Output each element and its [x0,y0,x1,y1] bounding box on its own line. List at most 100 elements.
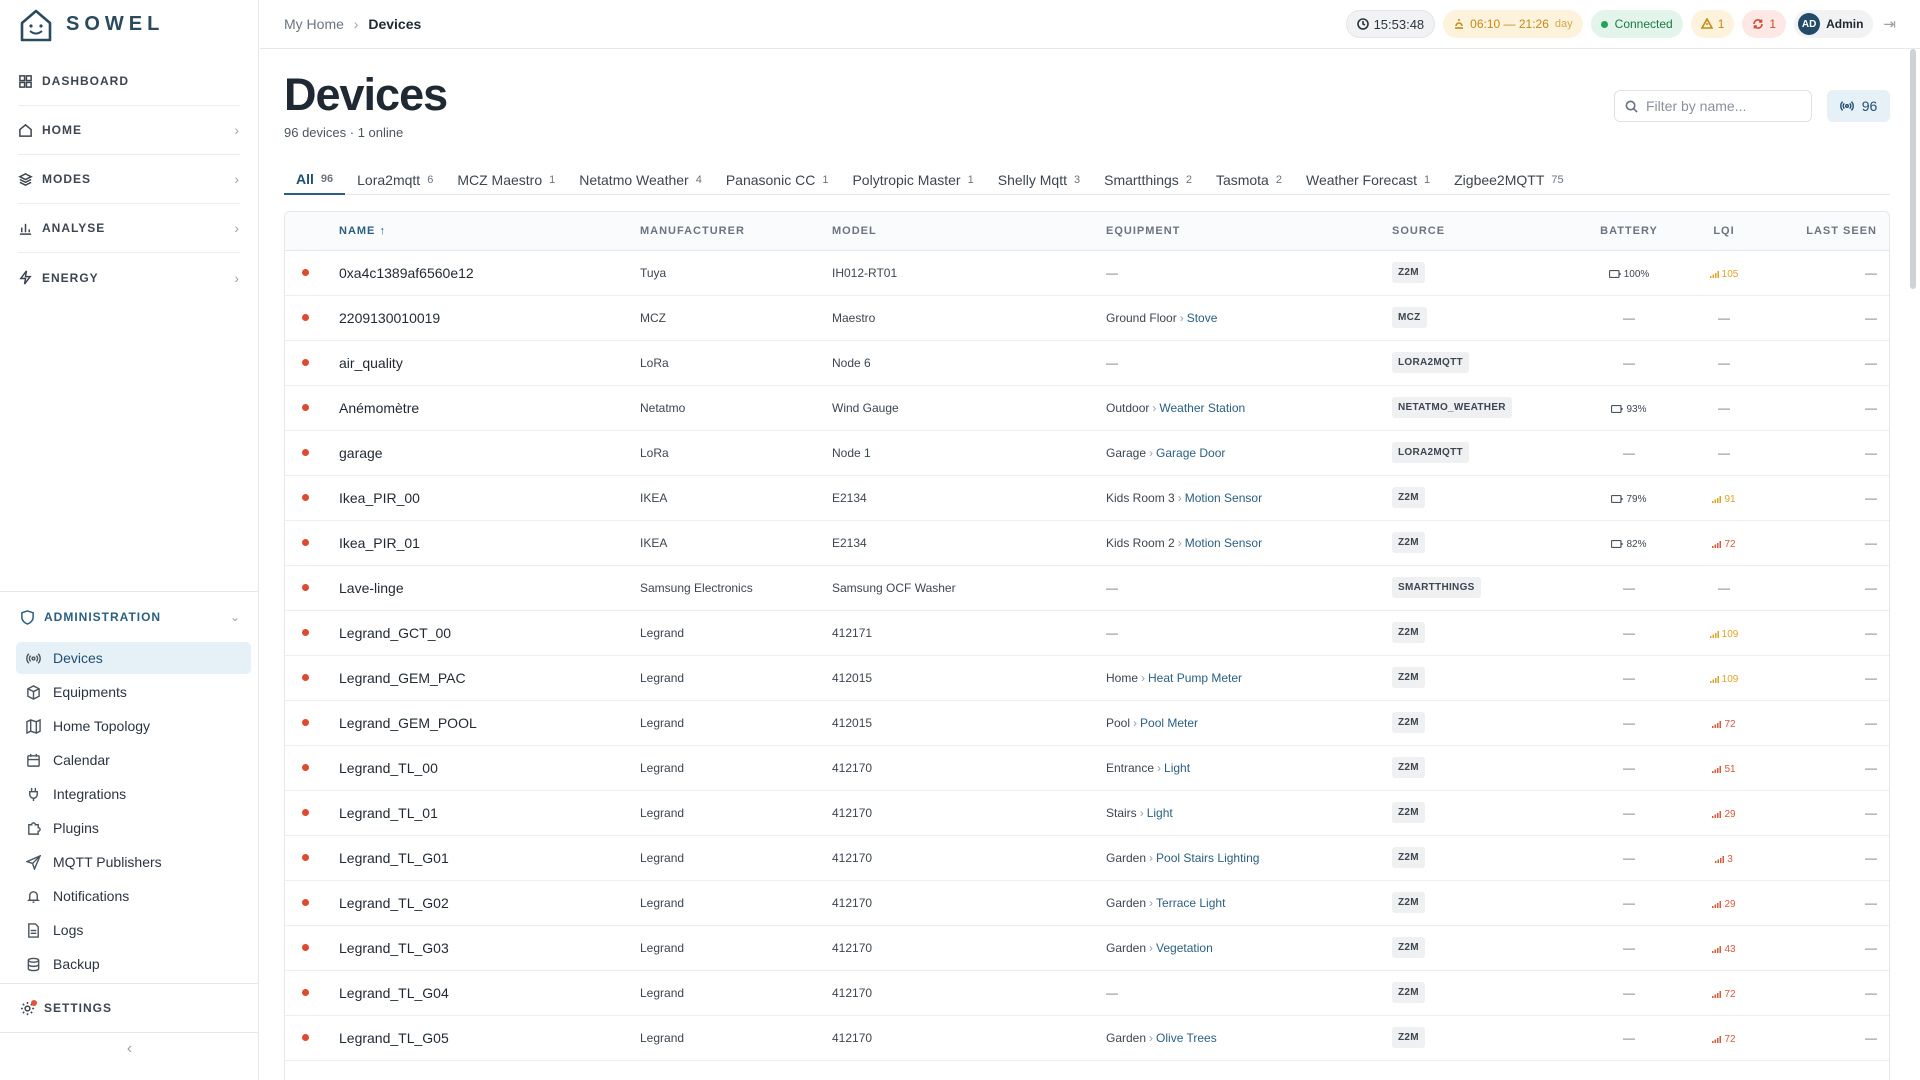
sidebar-item-equipments[interactable]: Equipments [16,676,251,708]
table-row[interactable]: 2209130010019 MCZ Maestro Ground Floor › Stov… [285,295,1889,341]
device-count-button[interactable]: 96 [1827,90,1890,122]
sidebar-item-calendar[interactable]: Calendar [16,744,251,776]
device-name[interactable]: Legrand_TL_01 [339,805,438,821]
equipment-link[interactable]: Motion Sensor [1185,536,1262,550]
table-row[interactable]: Legrand_TL_G02 Legrand 412170 Garden › Terrac… [285,880,1889,926]
nav-energy[interactable]: ENERGY › [18,253,240,302]
device-name[interactable]: air_quality [339,355,403,371]
tab-all[interactable]: All 96 [284,164,346,195]
table-row[interactable]: Ikea_PIR_01 IKEA E2134 Kids Room 2 › Motion S… [285,520,1889,566]
sidebar-item-mqtt-publishers[interactable]: MQTT Publishers [16,846,251,878]
filter-input[interactable]: Filter by name... [1614,90,1812,122]
table-row[interactable]: Legrand_TL_G01 Legrand 412170 Garden › Pool S… [285,835,1889,881]
user-menu[interactable]: AD Admin [1794,10,1874,38]
device-name[interactable]: Legrand_TL_G03 [339,940,449,956]
admin-toggle[interactable]: ADMINISTRATION ⌄ [16,592,251,642]
battery-column-header[interactable]: BATTERY [1574,212,1684,251]
equipment-link[interactable]: Terrace Light [1156,896,1225,910]
device-name[interactable]: Legrand_TL_G02 [339,895,449,911]
manufacturer-column-header[interactable]: MANUFACTURER [640,212,832,251]
clock-value: 15:53:48 [1373,16,1425,32]
equipment-link[interactable]: Vegetation [1156,941,1213,955]
sidebar-item-devices[interactable]: Devices [16,642,251,674]
device-name[interactable]: Legrand_GEM_POOL [339,715,477,731]
equipment-link[interactable]: Stove [1187,311,1218,325]
collapse-sidebar-button[interactable]: ‹ [0,1040,259,1058]
nav-settings[interactable]: SETTINGS [0,983,259,1033]
equipment-link[interactable]: Weather Station [1159,401,1245,415]
device-name[interactable]: Anémomètre [339,400,419,416]
sidebar-item-plugins[interactable]: Plugins [16,812,251,844]
table-row[interactable]: air_quality LoRa Node 6 — LORA2MQTT — — — [285,340,1889,386]
device-name[interactable]: Legrand_TL_G01 [339,850,449,866]
device-name[interactable]: Ikea_PIR_00 [339,490,420,506]
device-name[interactable]: Legrand_TL_G04 [339,985,449,1001]
equipment-link[interactable]: Garage Door [1156,446,1225,460]
equipment-link[interactable]: Olive Trees [1156,1031,1217,1045]
lqi-column-header[interactable]: LQI [1684,212,1764,251]
sidebar-item-logs[interactable]: Logs [16,914,251,946]
table-row[interactable]: Ikea_PIR_00 IKEA E2134 Kids Room 3 › Motion S… [285,475,1889,521]
nav-home[interactable]: HOME › [18,106,240,155]
tab-lora2mqtt[interactable]: Lora2mqtt 6 [345,164,445,195]
equipment-link[interactable]: Light [1147,806,1173,820]
name-column-header[interactable]: NAME ↑ [339,212,640,251]
tab-tasmota[interactable]: Tasmota 2 [1204,164,1294,195]
tab-panasonic-cc[interactable]: Panasonic CC 1 [714,164,841,195]
nav-dashboard[interactable]: DASHBOARD [18,57,240,106]
table-row[interactable]: Lave-linge Samsung Electronics Samsung OCF… [285,565,1889,611]
warnings-badge[interactable]: 1 [1690,10,1735,38]
equipment-link[interactable]: Motion Sensor [1185,491,1262,505]
model-cell: 412170 [832,925,1106,971]
table-row[interactable]: Legrand_GEM_POOL Legrand 412015 Pool › Pool M… [285,700,1889,746]
model-cell: 412170 [832,1015,1106,1061]
logout-icon[interactable]: ⇥ [1883,15,1896,33]
tab-mcz-maestro[interactable]: MCZ Maestro 1 [445,164,567,195]
model-column-header[interactable]: MODEL [832,212,1106,251]
device-name[interactable]: garage [339,445,383,461]
sidebar-item-backup[interactable]: Backup [16,948,251,980]
device-name[interactable]: Legrand_TL_00 [339,760,438,776]
logo[interactable]: SOWEL [0,0,258,49]
equipment-link[interactable]: Pool Meter [1140,716,1198,730]
tab-polytropic-master[interactable]: Polytropic Master 1 [840,164,985,195]
equipment-link[interactable]: Heat Pump Meter [1148,671,1242,685]
nav-analyse[interactable]: ANALYSE › [18,204,240,253]
device-name[interactable]: 2209130010019 [339,310,440,326]
table-row[interactable]: Legrand_GCT_00 Legrand 412171 — Z2M — 109 — [285,610,1889,656]
table-row[interactable]: Legrand_TL_01 Legrand 412170 Stairs › Light Z2… [285,790,1889,836]
equipment-link[interactable]: Pool Stairs Lighting [1156,851,1259,865]
table-row[interactable]: Legrand_GEM_PAC Legrand 412015 Home › Heat Pu… [285,655,1889,701]
device-name[interactable]: Ikea_PIR_01 [339,535,420,551]
equipment-link[interactable]: Light [1164,761,1190,775]
tab-netatmo-weather[interactable]: Netatmo Weather 4 [567,164,714,195]
tab-zigbee2mqtt[interactable]: Zigbee2MQTT 75 [1442,164,1576,195]
device-name[interactable]: 0xa4c1389af6560e12 [339,265,474,281]
last-seen-column-header[interactable]: LAST SEEN [1764,212,1889,251]
source-column-header[interactable]: SOURCE [1392,212,1574,251]
table-row[interactable]: garage LoRa Node 1 Garage › Garage Door LORA2M… [285,430,1889,476]
tab-smartthings[interactable]: Smartthings 2 [1092,164,1204,195]
errors-badge[interactable]: 1 [1742,10,1787,38]
table-row[interactable]: 0xa4c1389af6560e12 Tuya IH012-RT01 — Z2M 100%… [285,250,1889,296]
table-row[interactable]: Anémomètre Netatmo Wind Gauge Outdoor › Weath… [285,385,1889,431]
device-name[interactable]: Legrand_GEM_PAC [339,670,466,686]
page-scrollbar[interactable] [1910,49,1916,289]
device-name[interactable]: Legrand_TL_G05 [339,1030,449,1046]
table-row[interactable]: Legrand_TL_G04 Legrand 412170 — Z2M — 72 — [285,970,1889,1016]
sidebar-item-home-topology[interactable]: Home Topology [16,710,251,742]
sidebar-item-label: Notifications [53,888,130,904]
breadcrumb-home[interactable]: My Home [284,16,344,32]
tab-shelly-mqtt[interactable]: Shelly Mqtt 3 [986,164,1092,195]
table-row[interactable]: Legrand_TL_00 Legrand 412170 Entrance › Light… [285,745,1889,791]
device-name[interactable]: Lave-linge [339,580,404,596]
sidebar-item-notifications[interactable]: Notifications [16,880,251,912]
sidebar-item-integrations[interactable]: Integrations [16,778,251,810]
table-row[interactable]: Legrand_TL_G05 Legrand 412170 Garden › Olive … [285,1015,1889,1061]
tab-weather-forecast[interactable]: Weather Forecast 1 [1294,164,1442,195]
table-row[interactable]: Legrand_TL_G03 Legrand 412170 Garden › Vegeta… [285,925,1889,971]
nav-modes[interactable]: MODES › [18,155,240,204]
equipment-column-header[interactable]: EQUIPMENT [1106,212,1392,251]
device-name[interactable]: Legrand_GCT_00 [339,625,451,641]
tab-label: Tasmota [1215,171,1269,188]
